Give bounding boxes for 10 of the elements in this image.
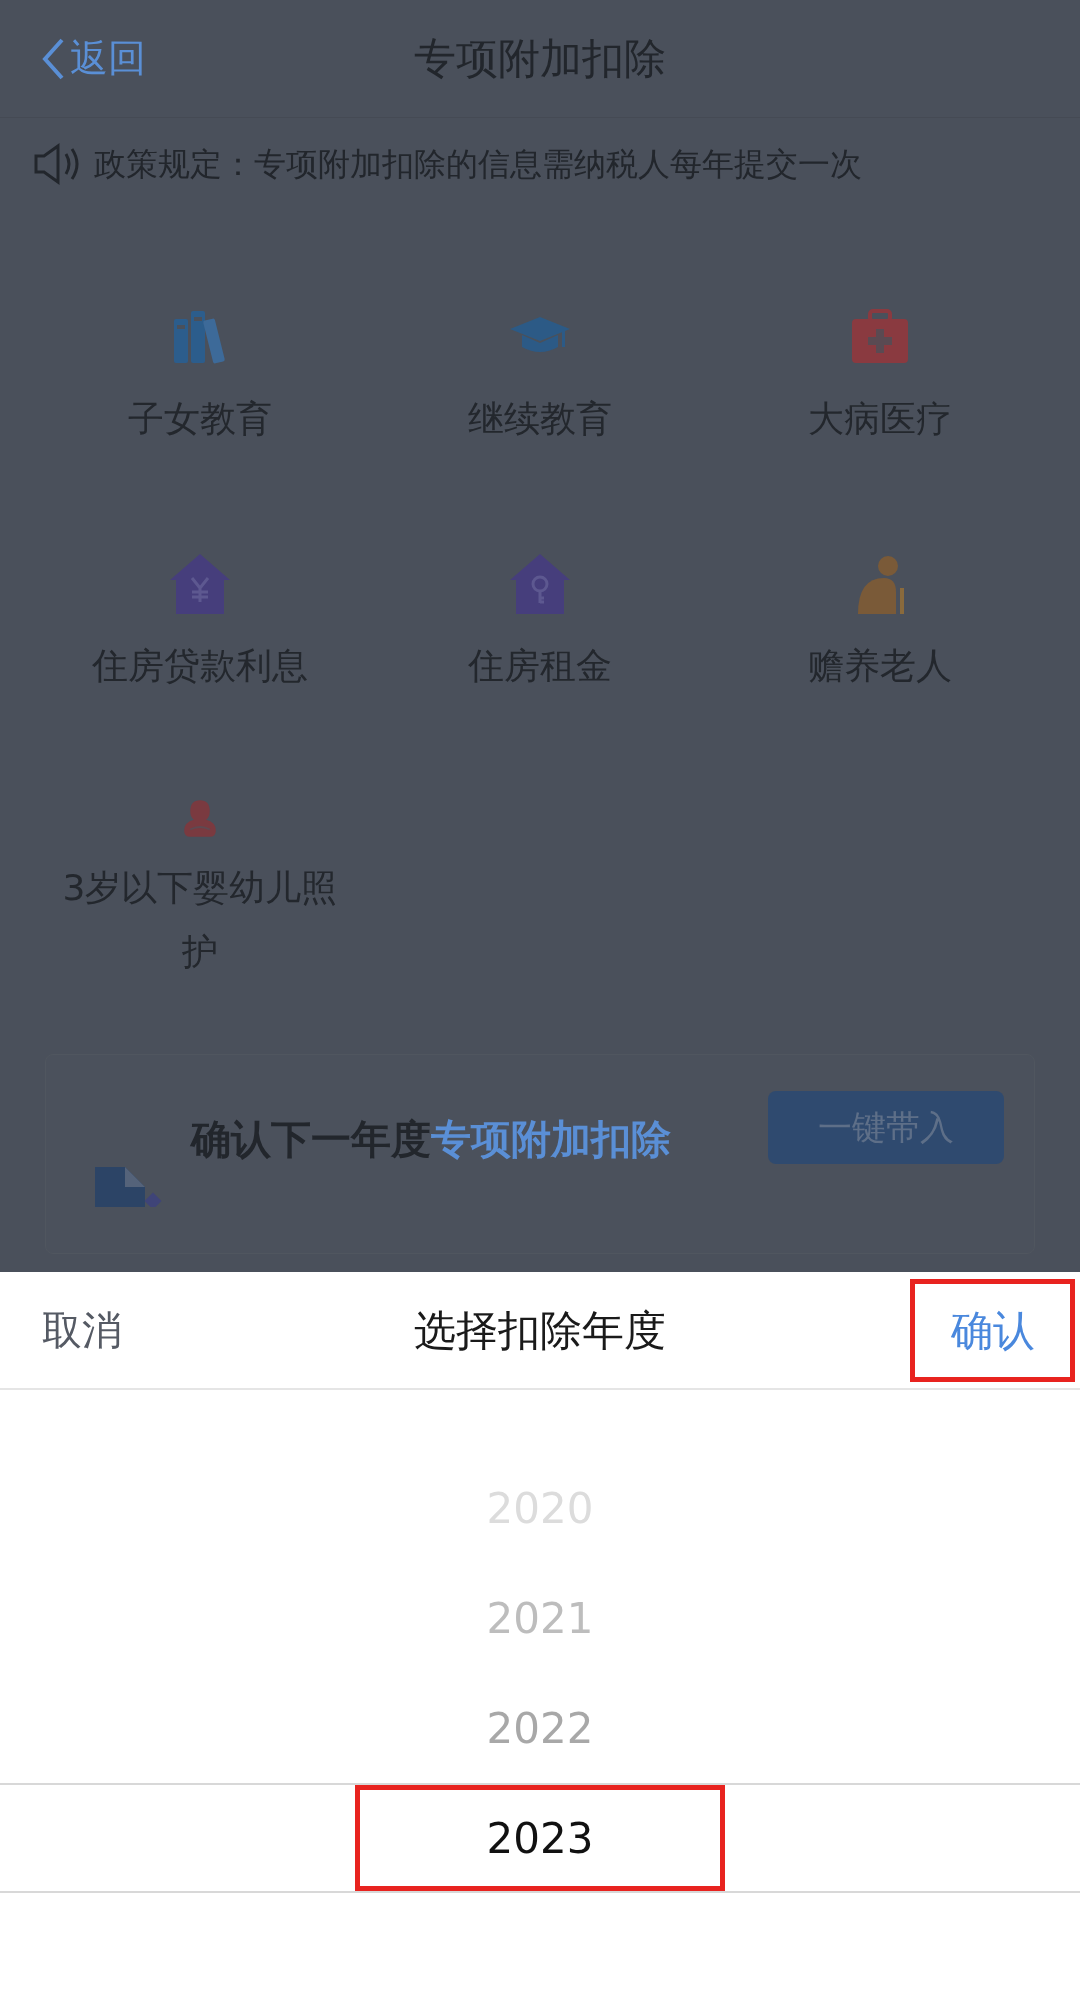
picker-title: 选择扣除年度 bbox=[414, 1304, 666, 1357]
house-key-icon bbox=[508, 552, 572, 616]
year-option[interactable]: 2021 bbox=[355, 1565, 725, 1671]
cancel-button[interactable]: 取消 bbox=[42, 1300, 122, 1360]
year-option[interactable]: 2022 bbox=[355, 1675, 725, 1781]
back-chevron-icon bbox=[40, 36, 66, 81]
year-option[interactable]: 2023 bbox=[355, 1785, 725, 1891]
back-button[interactable]: 返回 bbox=[40, 30, 146, 87]
house-yen-icon bbox=[168, 552, 232, 616]
confirm-button[interactable]: 确认 bbox=[910, 1278, 1075, 1382]
